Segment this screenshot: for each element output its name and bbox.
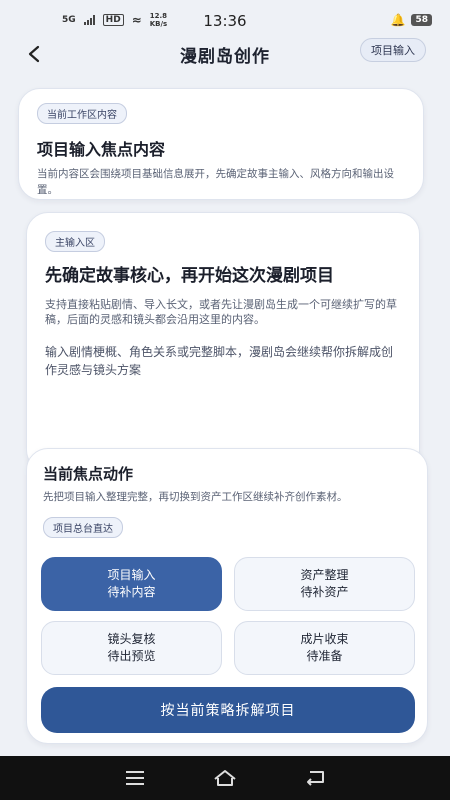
action-label: 项目输入	[107, 568, 156, 582]
chevron-left-icon	[28, 45, 40, 63]
back-nav-icon[interactable]	[300, 763, 330, 793]
status-time: 13:36	[203, 12, 247, 30]
decompose-project-button[interactable]: 按当前策略拆解项目	[41, 687, 415, 733]
action-final-cut-button[interactable]: 成片收束 待准备	[234, 621, 415, 675]
action-asset-button[interactable]: 资产整理 待补资产	[234, 557, 415, 611]
focus-title: 项目输入焦点内容	[37, 140, 166, 159]
system-nav-bar	[0, 756, 450, 800]
home-icon[interactable]	[210, 763, 240, 793]
main-input-tag: 主输入区	[45, 231, 105, 252]
menu-icon[interactable]	[120, 763, 150, 793]
action-shot-review-button[interactable]: 镜头复核 待出预览	[41, 621, 222, 675]
page-title: 漫剧岛创作	[180, 46, 270, 67]
action-label: 成片收束	[300, 632, 349, 646]
focus-description: 当前内容区会围绕项目基础信息展开，先确定故事主输入、风格方向和输出设置。	[37, 168, 394, 196]
action-label: 镜头复核	[107, 632, 156, 646]
main-input-placeholder[interactable]: 输入剧情梗概、角色关系或完整脚本，漫剧岛会继续帮你拆解成创作灵感与镜头方案	[45, 343, 401, 379]
back-button[interactable]	[22, 42, 46, 66]
action-status: 待准备	[306, 649, 343, 663]
action-grid: 项目输入 待补内容 资产整理 待补资产 镜头复核 待出预览 成片收束 待准备	[41, 557, 415, 675]
main-input-title: 先确定故事核心，再开始这次漫剧项目	[45, 266, 334, 286]
action-status: 待补资产	[300, 585, 349, 599]
action-project-input-button[interactable]: 项目输入 待补内容	[41, 557, 222, 611]
main-input-description: 支持直接粘贴剧情、导入长文，或者先让漫剧岛生成一个可继续扩写的草稿，后面的灵感和…	[45, 298, 397, 326]
main-input-card[interactable]: 主输入区 先确定故事核心，再开始这次漫剧项目 支持直接粘贴剧情、导入长文，或者先…	[26, 212, 420, 472]
project-input-pill[interactable]: 项目输入	[360, 38, 426, 62]
project-hub-tag[interactable]: 项目总台直达	[43, 517, 123, 538]
action-status: 待补内容	[107, 585, 156, 599]
action-status: 待出预览	[107, 649, 156, 663]
workspace-tag: 当前工作区内容	[37, 103, 127, 124]
focus-action-card: 当前焦点动作 先把项目输入整理完整，再切换到资产工作区继续补齐创作素材。 项目总…	[26, 448, 428, 744]
action-label: 资产整理	[300, 568, 349, 582]
app-header: 漫剧岛创作 项目输入	[0, 36, 450, 72]
focus-action-title: 当前焦点动作	[43, 465, 134, 483]
focus-action-description: 先把项目输入整理完整，再切换到资产工作区继续补齐创作素材。	[43, 491, 348, 503]
status-bar: 5G HD ≈ 12.8 KB/s 13:36 🔔 58	[0, 0, 450, 40]
workspace-content-card: 当前工作区内容 项目输入焦点内容 当前内容区会围绕项目基础信息展开，先确定故事主…	[18, 88, 424, 200]
